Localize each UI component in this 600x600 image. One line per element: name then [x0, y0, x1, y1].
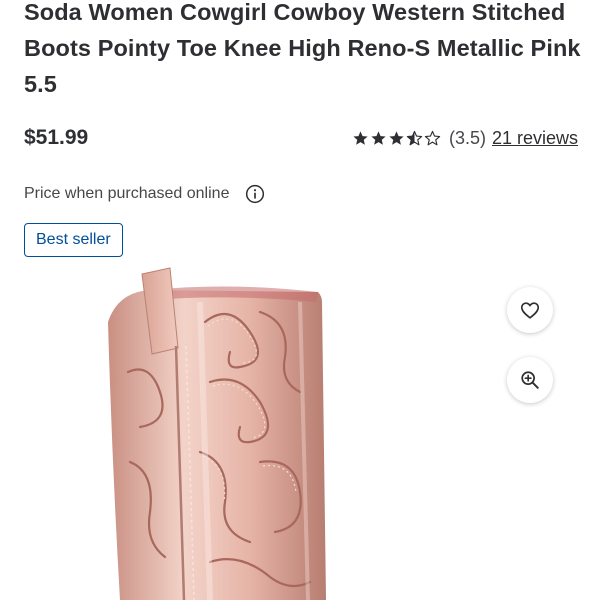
rating-summary: (3.5) 21 reviews	[352, 128, 578, 149]
rating-value: (3.5)	[449, 128, 487, 148]
price-note: Price when purchased online	[24, 184, 265, 204]
star-full-icon	[389, 131, 404, 145]
info-icon[interactable]	[245, 184, 265, 204]
star-empty-icon	[424, 130, 441, 146]
favorite-button[interactable]	[507, 287, 553, 333]
product-price: $51.99	[24, 126, 89, 149]
star-full-icon	[371, 131, 386, 145]
zoom-in-icon	[521, 371, 539, 389]
star-full-icon	[353, 131, 368, 145]
star-half-icon	[406, 130, 423, 146]
product-title: Soda Women Cowgirl Cowboy Western Stitch…	[24, 0, 581, 97]
heart-icon	[520, 302, 540, 319]
star-rating	[352, 130, 441, 147]
price-note-text: Price when purchased online	[24, 185, 230, 202]
reviews-link[interactable]: 21 reviews	[492, 128, 578, 149]
zoom-button[interactable]	[507, 357, 553, 403]
best-seller-badge: Best seller	[24, 223, 123, 257]
